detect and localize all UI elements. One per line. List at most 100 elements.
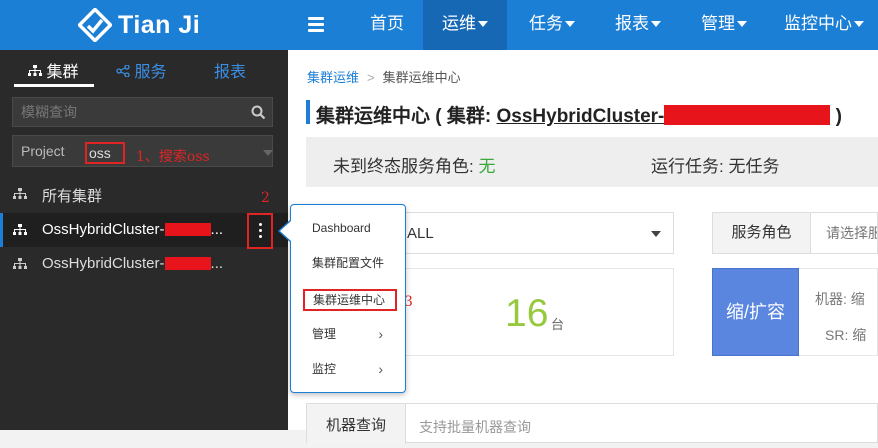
- tab-cluster-label: 集群: [46, 64, 79, 81]
- tab-report-label: 报表: [214, 64, 247, 81]
- status-unfinished-label: 未到终态服务角色:: [333, 157, 479, 176]
- nav-home[interactable]: 首页: [353, 0, 421, 50]
- top-navbar: Tian Ji 首页 运维 任务 报表 管理 监控中心: [0, 0, 878, 50]
- filter-select[interactable]: ALL: [404, 212, 674, 254]
- nav-reports[interactable]: 报表: [596, 0, 680, 50]
- scale-info-machines: 机器: 缩: [815, 291, 865, 307]
- brand-name: Tian Ji: [118, 10, 201, 39]
- menu-item-label: 集群配置文件: [312, 256, 385, 270]
- tianji-logo-icon: [78, 8, 112, 42]
- active-tab-indicator: [14, 84, 94, 87]
- search-icon[interactable]: [251, 105, 266, 120]
- cluster-icon: [28, 65, 42, 77]
- redaction-mark: [664, 105, 831, 126]
- nav-ops[interactable]: 运维: [423, 0, 507, 50]
- caret-down-icon: [651, 20, 661, 27]
- scale-button[interactable]: 缩/扩容: [712, 268, 799, 356]
- nav-tasks-label: 任务: [529, 14, 563, 33]
- service-role-select[interactable]: [811, 212, 878, 254]
- nav-monitor-label: 监控中心: [784, 14, 852, 33]
- caret-down-icon: [478, 20, 488, 27]
- sidebar-tabs: 集群 服务 报表: [0, 50, 288, 88]
- page-title-cluster: OssHybridCluster-: [496, 106, 665, 127]
- page-title-suffix: ): [830, 106, 842, 127]
- menu-item-label: 集群运维中心: [313, 293, 386, 307]
- tab-service[interactable]: 服务: [116, 58, 166, 82]
- filter-select-value: ALL: [407, 225, 434, 242]
- machine-query-input[interactable]: 支持批量机器查询: [419, 417, 531, 437]
- annotation-step-1: 1、搜索oss: [136, 149, 210, 165]
- popup-arrow-fill: [280, 221, 291, 241]
- page-title-cluster-link[interactable]: OssHybridCluster-: [496, 105, 831, 127]
- chevron-right-icon: ›: [378, 361, 383, 377]
- nav-tasks[interactable]: 任务: [510, 0, 594, 50]
- menu-item-manage[interactable]: 管理 ›: [291, 317, 405, 351]
- title-accent-bar: [306, 100, 310, 124]
- menu-item-label: 监控: [312, 362, 337, 376]
- machine-query-bar: 机器查询 支持批量机器查询: [306, 403, 878, 444]
- cluster-icon: [13, 224, 27, 235]
- redaction-mark: [164, 256, 211, 270]
- menu-item-cluster-config[interactable]: 集群配置文件: [291, 246, 405, 280]
- fuzzy-search-input[interactable]: [13, 98, 243, 126]
- page-title-prefix: 集群运维中心 ( 集群:: [316, 106, 497, 127]
- breadcrumb-current: 集群运维中心: [382, 70, 461, 85]
- caret-down-icon: [854, 20, 864, 27]
- caret-down-icon: [651, 231, 661, 237]
- brand-logo[interactable]: Tian Ji: [78, 8, 200, 42]
- caret-down-icon: [263, 150, 273, 156]
- status-running: 运行任务: 无任务: [651, 152, 779, 177]
- nav-home-label: 首页: [370, 14, 404, 33]
- menu-item-dashboard[interactable]: Dashboard: [291, 211, 405, 245]
- service-role-input[interactable]: [811, 213, 877, 253]
- annotation-step-2: 2: [261, 190, 270, 206]
- tab-machine-query[interactable]: 机器查询: [307, 404, 406, 444]
- scale-info-sr: SR: 缩: [825, 327, 867, 343]
- caret-down-icon: [565, 20, 575, 27]
- cluster-icon: [13, 258, 27, 269]
- menu-item-label: Dashboard: [312, 221, 371, 235]
- cluster-context-menu: Dashboard 集群配置文件 集群运维中心 管理 › 监控 ›: [290, 204, 406, 393]
- caret-down-icon: [737, 20, 747, 27]
- tree-item-cluster-2[interactable]: OssHybridCluster-...: [0, 247, 288, 281]
- status-running-label: 运行任务:: [651, 157, 729, 176]
- chevron-right-icon: ›: [378, 326, 383, 342]
- tab-report[interactable]: 报表: [214, 58, 246, 82]
- tree-item-label: 所有集群: [42, 188, 103, 205]
- scale-info: 机器: 缩 SR: 缩: [799, 268, 878, 356]
- ellipsis: ...: [210, 255, 224, 272]
- nav-reports-label: 报表: [615, 14, 649, 33]
- breadcrumb-parent-link[interactable]: 集群运维: [307, 70, 359, 85]
- nav-manage-label: 管理: [701, 14, 735, 33]
- machine-count-value: 16: [505, 292, 549, 335]
- machine-count-card: 16 台: [404, 268, 674, 356]
- more-options-button[interactable]: [247, 213, 273, 249]
- page-title: 集群运维中心 ( 集群: OssHybridCluster- ): [316, 101, 842, 128]
- status-unfinished-value: 无: [478, 157, 496, 176]
- project-value[interactable]: oss: [85, 142, 125, 164]
- search-box: [12, 97, 273, 127]
- tab-service-label: 服务: [134, 64, 167, 81]
- nav-manage[interactable]: 管理: [682, 0, 766, 50]
- menu-item-cluster-ops-center[interactable]: 集群运维中心: [303, 289, 397, 311]
- tree-item-label: OssHybridCluster-...: [42, 255, 223, 272]
- menu-item-label: 管理: [312, 327, 337, 341]
- service-role-label: 服务角色: [712, 212, 811, 254]
- tab-cluster[interactable]: 集群: [28, 58, 78, 82]
- tree-item-cluster-1[interactable]: OssHybridCluster-...: [0, 213, 288, 247]
- status-unfinished: 未到终态服务角色: 无: [333, 152, 495, 177]
- ellipsis: ...: [210, 221, 224, 238]
- nav-ops-label: 运维: [442, 14, 476, 33]
- breadcrumb-separator: >: [367, 70, 375, 85]
- tree-item-all-clusters[interactable]: 所有集群: [0, 177, 288, 211]
- machine-count-unit: 台: [551, 317, 565, 332]
- sidebar: 集群 服务 报表 Project oss 1、搜索oss 所有集群: [0, 50, 288, 430]
- project-label: Project: [21, 143, 65, 159]
- nav-monitor[interactable]: 监控中心: [770, 0, 878, 50]
- cluster-icon: [13, 188, 27, 199]
- status-panel: 未到终态服务角色: 无 运行任务: 无任务: [306, 137, 878, 187]
- cluster-name: OssHybridCluster-: [42, 255, 165, 272]
- menu-item-monitor[interactable]: 监控 ›: [291, 352, 405, 386]
- share-icon: [116, 64, 130, 78]
- menu-toggle-icon[interactable]: [305, 14, 327, 36]
